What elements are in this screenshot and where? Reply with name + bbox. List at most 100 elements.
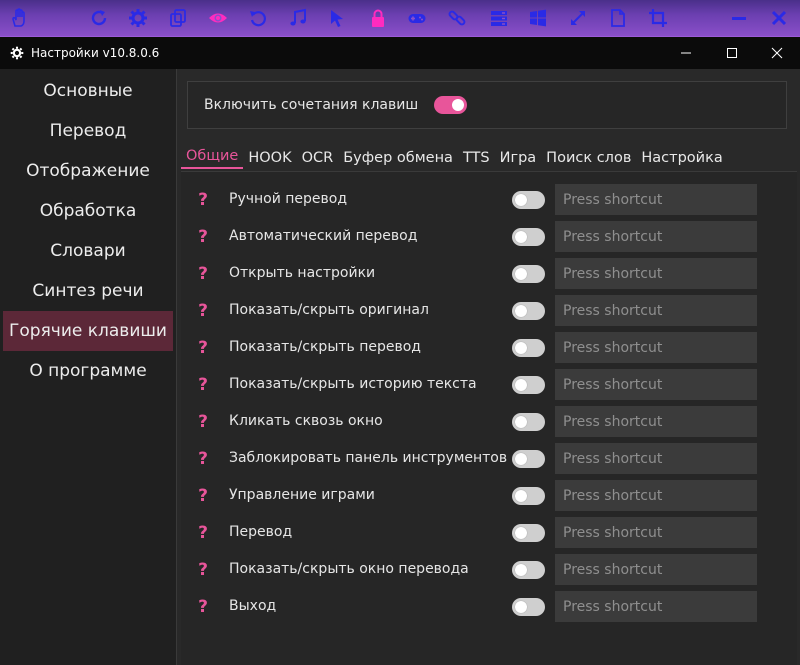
shortcut-label: Выход xyxy=(229,598,277,614)
sidebar-item-display[interactable]: Отображение xyxy=(3,151,173,191)
window-close-icon xyxy=(771,47,783,59)
shortcut-label: Показать/скрыть окно перевода xyxy=(229,561,469,577)
enable-hotkeys-toggle[interactable] xyxy=(434,96,468,114)
undo-icon[interactable] xyxy=(247,7,269,29)
shortcut-toggle[interactable] xyxy=(512,561,545,579)
shortcut-input[interactable] xyxy=(555,258,757,289)
shortcut-toggle[interactable] xyxy=(512,228,545,246)
help-icon[interactable]: ? xyxy=(195,411,211,433)
shortcut-row: ? Выход xyxy=(181,590,797,624)
hotkeys-content: Включить сочетания клавиш Общие HOOK OCR… xyxy=(176,69,800,665)
shortcut-label: Показать/скрыть оригинал xyxy=(229,302,429,318)
gamepad-icon[interactable] xyxy=(406,7,428,29)
tab-word-search[interactable]: Поиск слов xyxy=(541,150,636,169)
shortcut-input[interactable] xyxy=(555,591,757,622)
copy-icon[interactable] xyxy=(167,7,189,29)
sidebar-item-basic[interactable]: Основные xyxy=(3,71,173,111)
shortcut-toggle[interactable] xyxy=(512,487,545,505)
help-icon[interactable]: ? xyxy=(195,263,211,285)
toggle-knob xyxy=(515,601,527,613)
window-maximize-button[interactable] xyxy=(709,37,755,69)
shortcut-toggle[interactable] xyxy=(512,598,545,616)
enable-hotkeys-box: Включить сочетания клавиш xyxy=(187,81,787,129)
layers-icon[interactable] xyxy=(488,7,510,29)
link-icon[interactable] xyxy=(446,7,468,29)
minimize-icon[interactable] xyxy=(728,7,750,29)
shortcut-row: ? Заблокировать панель инструментов xyxy=(181,442,797,476)
shortcut-row: ? Показать/скрыть окно перевода xyxy=(181,553,797,587)
sidebar-item-tts[interactable]: Синтез речи xyxy=(3,271,173,311)
tab-clipboard[interactable]: Буфер обмена xyxy=(338,150,458,169)
shortcut-input[interactable] xyxy=(555,480,757,511)
shortcut-toggle[interactable] xyxy=(512,376,545,394)
toggle-knob xyxy=(515,268,527,280)
shortcut-toggle[interactable] xyxy=(512,524,545,542)
tab-ocr[interactable]: OCR xyxy=(297,150,339,169)
help-icon[interactable]: ? xyxy=(195,448,211,470)
shortcut-input[interactable] xyxy=(555,443,757,474)
tab-general[interactable]: Общие xyxy=(181,148,244,169)
hand-icon-svg xyxy=(12,8,25,27)
cursor-icon[interactable] xyxy=(326,7,348,29)
shortcut-input[interactable] xyxy=(555,517,757,548)
shortcut-input[interactable] xyxy=(555,369,757,400)
help-icon[interactable]: ? xyxy=(195,337,211,359)
sidebar-item-hotkeys[interactable]: Горячие клавиши xyxy=(3,311,173,351)
help-icon[interactable]: ? xyxy=(195,226,211,248)
toggle-knob xyxy=(452,99,465,111)
window-titlebar: Настройки v10.8.0.6 xyxy=(0,37,800,69)
window-minimize-icon xyxy=(681,52,691,54)
window-close-button[interactable] xyxy=(754,37,800,69)
settings-sidebar: Основные Перевод Отображение Обработка С… xyxy=(0,69,176,665)
shortcut-label: Открыть настройки xyxy=(229,265,376,281)
sidebar-item-dictionaries[interactable]: Словари xyxy=(3,231,173,271)
window-minimize-button[interactable] xyxy=(663,37,709,69)
shortcut-label: Управление играми xyxy=(229,487,375,503)
help-icon[interactable]: ? xyxy=(195,485,211,507)
help-icon[interactable]: ? xyxy=(195,189,211,211)
lock-icon[interactable] xyxy=(367,7,389,29)
shortcut-input[interactable] xyxy=(555,295,757,326)
shortcut-label: Кликать сквозь окно xyxy=(229,413,383,429)
shortcut-list: ? Ручной перевод? Автоматический перевод? О… xyxy=(181,171,797,665)
help-icon[interactable]: ? xyxy=(195,596,211,618)
gear-icon xyxy=(10,46,24,60)
crop-icon[interactable] xyxy=(647,7,669,29)
shortcut-toggle[interactable] xyxy=(512,265,545,283)
sidebar-item-about[interactable]: О программе xyxy=(3,351,173,391)
tab-tts[interactable]: TTS xyxy=(458,150,495,169)
shortcut-row: ? Открыть настройки xyxy=(181,257,797,291)
eye-icon[interactable] xyxy=(207,7,229,29)
shortcut-label: Перевод xyxy=(229,524,293,540)
settings-gear-icon[interactable] xyxy=(127,7,149,29)
shortcut-toggle[interactable] xyxy=(512,413,545,431)
refresh-icon[interactable] xyxy=(88,7,110,29)
shortcut-row: ? Показать/скрыть историю текста xyxy=(181,368,797,402)
shortcut-toggle[interactable] xyxy=(512,450,545,468)
help-icon[interactable]: ? xyxy=(195,559,211,581)
shortcut-input[interactable] xyxy=(555,554,757,585)
shortcut-toggle[interactable] xyxy=(512,339,545,357)
file-icon[interactable] xyxy=(607,7,629,29)
shortcut-toggle[interactable] xyxy=(512,302,545,320)
help-icon[interactable]: ? xyxy=(195,300,211,322)
shortcut-row: ? Автоматический перевод xyxy=(181,220,797,254)
shortcut-input[interactable] xyxy=(555,332,757,363)
sidebar-item-processing[interactable]: Обработка xyxy=(3,191,173,231)
close-icon[interactable] xyxy=(768,7,790,29)
shortcut-input[interactable] xyxy=(555,184,757,215)
resize-icon[interactable] xyxy=(567,7,589,29)
sidebar-item-translation[interactable]: Перевод xyxy=(3,111,173,151)
help-icon[interactable]: ? xyxy=(195,374,211,396)
help-icon[interactable]: ? xyxy=(195,522,211,544)
music-icon[interactable] xyxy=(287,7,309,29)
hand-icon[interactable] xyxy=(8,7,30,29)
shortcut-toggle[interactable] xyxy=(512,191,545,209)
tab-game[interactable]: Игра xyxy=(495,150,542,169)
shortcut-input[interactable] xyxy=(555,221,757,252)
tab-customize[interactable]: Настройка xyxy=(636,150,727,169)
windows-icon[interactable] xyxy=(527,7,549,29)
tab-hook[interactable]: HOOK xyxy=(243,150,296,169)
toggle-knob xyxy=(515,231,527,243)
shortcut-input[interactable] xyxy=(555,406,757,437)
